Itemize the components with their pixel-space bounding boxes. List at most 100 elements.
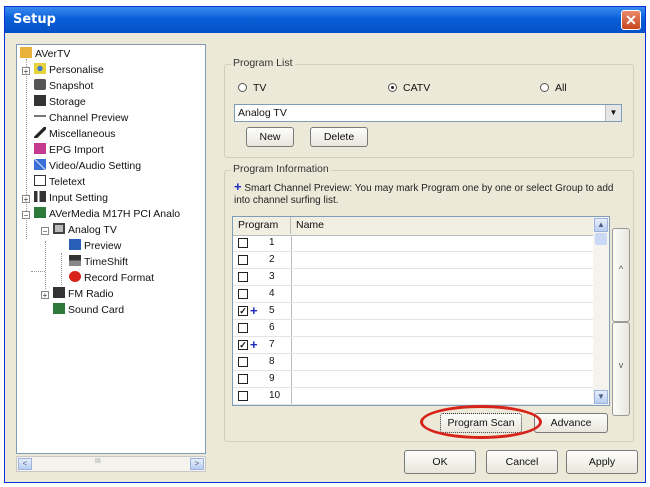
program-name-cell[interactable] [291, 269, 293, 285]
epg-icon [34, 143, 46, 154]
tree-item-avertv[interactable]: AVerTV [20, 47, 70, 62]
expand-personalise-icon[interactable]: + [22, 67, 30, 76]
program-name-cell[interactable] [291, 320, 293, 336]
program-row[interactable]: 10 [233, 388, 593, 405]
tree-item-sound-card[interactable]: Sound Card [53, 303, 124, 318]
radio-all[interactable]: All [540, 82, 567, 94]
expand-fm-radio-icon[interactable]: + [41, 291, 49, 300]
delete-button[interactable]: Delete [310, 127, 368, 147]
tree-item-record-format[interactable]: Record Format [69, 271, 154, 286]
plus-icon: + [234, 179, 242, 194]
tree-item-video-audio[interactable]: Video/Audio Setting [34, 159, 141, 174]
program-row[interactable]: 8 [233, 354, 593, 371]
program-checkbox[interactable] [238, 374, 248, 384]
program-name-cell[interactable] [291, 286, 293, 302]
window-title: Setup [13, 12, 56, 27]
program-row[interactable]: 9 [233, 371, 593, 388]
tree-item-storage[interactable]: Storage [34, 95, 86, 110]
program-row[interactable]: 4 [233, 286, 593, 303]
tree-horizontal-scrollbar[interactable]: < III > [16, 456, 206, 472]
tree-item-preview[interactable]: Preview [69, 239, 121, 254]
plus-icon: + [250, 303, 258, 318]
scroll-down-button[interactable]: ▼ [594, 390, 608, 404]
program-number: 10 [269, 390, 281, 401]
camera-icon [34, 79, 46, 90]
ok-button[interactable]: OK [404, 450, 476, 474]
expand-input-setting-icon[interactable]: + [22, 195, 30, 204]
dropdown-arrow-icon[interactable]: ▼ [605, 105, 621, 121]
program-checkbox[interactable] [238, 357, 248, 367]
program-checkbox[interactable] [238, 323, 248, 333]
program-checkbox[interactable]: ✓ [238, 306, 248, 316]
program-number: 4 [269, 288, 275, 299]
program-checkbox[interactable] [238, 238, 248, 248]
program-list-dropdown[interactable]: Analog TV ▼ [234, 104, 622, 122]
program-row[interactable]: 1 [233, 235, 593, 252]
program-row[interactable]: 6 [233, 320, 593, 337]
tree-item-input-setting[interactable]: Input Setting [34, 191, 108, 206]
scroll-left-button[interactable]: < [18, 458, 32, 470]
move-down-button[interactable]: v [612, 322, 630, 416]
program-name-cell[interactable] [291, 388, 293, 404]
move-up-button[interactable]: ^ [612, 228, 630, 322]
program-name-cell[interactable] [291, 303, 293, 319]
program-checkbox[interactable] [238, 272, 248, 282]
tree-item-analog-tv[interactable]: Analog TV [53, 223, 117, 238]
tools-icon [34, 159, 46, 170]
tree-item-channel-preview[interactable]: Channel Preview [34, 111, 128, 126]
program-info-legend: Program Information [231, 163, 331, 175]
disk-icon [34, 95, 46, 106]
scroll-up-button[interactable]: ▲ [594, 218, 608, 232]
program-table-scrollbar[interactable]: ▲ ▼ [593, 217, 609, 405]
close-button[interactable]: ✕ [621, 10, 641, 30]
program-checkbox[interactable] [238, 391, 248, 401]
radio-all-circle[interactable] [540, 83, 549, 92]
program-row[interactable]: 3 [233, 269, 593, 286]
program-number: 8 [269, 356, 275, 367]
avertv-icon [20, 47, 32, 58]
program-name-cell[interactable] [291, 252, 293, 268]
program-row[interactable]: ✓ +7 [233, 337, 593, 354]
radio-tv[interactable]: TV [238, 82, 266, 94]
radio-catv[interactable]: CATV [388, 82, 430, 94]
title-bar[interactable]: Setup ✕ [5, 7, 645, 33]
radio-tv-circle[interactable] [238, 83, 247, 92]
program-row[interactable]: ✓ +5 [233, 303, 593, 320]
program-name-cell[interactable] [291, 235, 293, 251]
program-row[interactable]: 2 [233, 252, 593, 269]
new-button[interactable]: New [246, 127, 294, 147]
col-name-header[interactable]: Name [293, 217, 324, 234]
advance-button[interactable]: Advance [534, 413, 608, 433]
program-number: 2 [269, 254, 275, 265]
program-table: Program Name 1 2 3 4 ✓ +5 6 ✓ +7 8 9 10 ▲ ▼ [232, 216, 610, 406]
tree-item-personalise[interactable]: Personalise [34, 63, 104, 78]
program-number: 1 [269, 237, 275, 248]
program-table-header: Program Name [233, 217, 593, 236]
program-checkbox[interactable] [238, 255, 248, 265]
cancel-button[interactable]: Cancel [486, 450, 558, 474]
tree-item-snapshot[interactable]: Snapshot [34, 79, 93, 94]
col-program-header[interactable]: Program [233, 217, 291, 234]
collapse-analog-tv-icon[interactable]: − [41, 227, 49, 236]
program-checkbox[interactable]: ✓ [238, 340, 248, 350]
program-name-cell[interactable] [291, 371, 293, 387]
tree-item-epg-import[interactable]: EPG Import [34, 143, 104, 158]
personalise-icon [34, 63, 46, 74]
program-name-cell[interactable] [291, 354, 293, 370]
scroll-thumb-grip[interactable]: III [95, 458, 101, 465]
tree-item-miscellaneous[interactable]: Miscellaneous [34, 127, 116, 142]
tree-item-teletext[interactable]: Teletext [34, 175, 85, 190]
tree-item-timeshift[interactable]: TimeShift [69, 255, 128, 270]
apply-button[interactable]: Apply [566, 450, 638, 474]
tree-item-avermedia-device[interactable]: AVerMedia M17H PCI Analo [34, 207, 180, 222]
tree-item-fm-radio[interactable]: FM Radio [53, 287, 114, 302]
program-name-cell[interactable] [291, 337, 293, 353]
scroll-track[interactable] [595, 233, 607, 245]
program-checkbox[interactable] [238, 289, 248, 299]
timeshift-icon [69, 255, 81, 266]
preview-icon [69, 239, 81, 250]
radio-catv-circle[interactable] [388, 83, 397, 92]
scroll-right-button[interactable]: > [190, 458, 204, 470]
channel-preview-icon [34, 115, 46, 122]
collapse-avermedia-icon[interactable]: − [22, 211, 30, 220]
